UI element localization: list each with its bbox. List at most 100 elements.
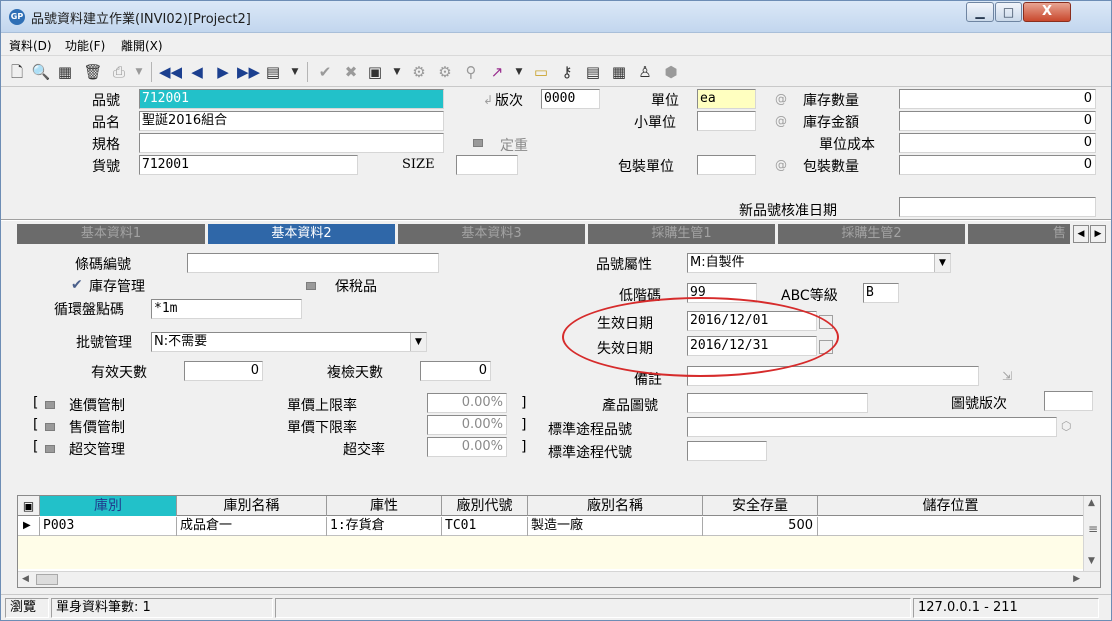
first-record-icon[interactable]: ◀◀ (159, 62, 182, 82)
unit-picker-icon[interactable]: @ (775, 92, 787, 106)
confirm-icon[interactable]: ✔ (315, 62, 335, 82)
wand-dropdown-icon[interactable]: ▼ (509, 62, 529, 82)
col-warehouse-name[interactable]: 庫別名稱 (177, 496, 327, 516)
expiry-date-field[interactable]: 2016/12/31 (687, 336, 817, 356)
remark-field[interactable] (687, 366, 979, 386)
unlink-icon[interactable]: ⚙ (435, 62, 455, 82)
scroll-thumb[interactable]: ≡ (1088, 522, 1098, 536)
hscroll-thumb[interactable] (36, 574, 58, 585)
link-icon[interactable]: ⚙ (409, 62, 429, 82)
price-upper-field[interactable]: 0.00% (427, 393, 507, 413)
sale-ctrl-checkbox[interactable] (45, 423, 55, 431)
tab-sales[interactable]: 售 (968, 224, 1073, 244)
spreadsheet-dropdown-icon[interactable]: ▼ (387, 62, 407, 82)
scroll-right-icon[interactable]: ▶ (1073, 574, 1080, 584)
cell-type[interactable]: 1:存貨倉 (327, 517, 442, 536)
cell-warehouse-name[interactable]: 成品倉一 (177, 517, 327, 536)
price-lower-field[interactable]: 0.00% (427, 415, 507, 435)
expiry-date-picker-icon[interactable] (819, 340, 833, 354)
preview-icon[interactable]: 🔍 (31, 62, 51, 82)
goods-no-field[interactable]: 712001 (139, 155, 358, 175)
print-icon[interactable]: ⎙ (109, 62, 129, 82)
col-safety-stock[interactable]: 安全存量 (703, 496, 818, 516)
cycle-count-field[interactable]: *1m (151, 299, 302, 319)
scroll-up-icon[interactable]: ▲ (1088, 498, 1095, 508)
tab-basic-2[interactable]: 基本資料2 (208, 224, 398, 244)
pack-unit-picker-icon[interactable]: @ (775, 158, 787, 172)
approve-date-field[interactable] (899, 197, 1096, 217)
col-location[interactable]: 儲存位置 (818, 496, 1084, 516)
attribute-dropdown[interactable]: M:自製件 ▼ (687, 253, 951, 273)
tab-purchase-1[interactable]: 採購生管1 (588, 224, 778, 244)
spreadsheet-icon[interactable]: ▣ (365, 62, 385, 82)
close-button[interactable]: X (1023, 2, 1071, 22)
drawing-ver-field[interactable] (1044, 391, 1093, 411)
previous-record-icon[interactable]: ◀ (187, 62, 207, 82)
minimize-button[interactable]: ▁ (966, 2, 994, 22)
small-unit-field[interactable] (697, 111, 756, 131)
route-code-field[interactable] (687, 441, 767, 461)
recheck-days-field[interactable]: 0 (420, 361, 491, 381)
chart-icon[interactable]: ▦ (609, 62, 629, 82)
scroll-down-icon[interactable]: ▼ (1088, 556, 1095, 566)
last-record-icon[interactable]: ▶▶ (237, 62, 260, 82)
unit-field[interactable]: ea (697, 89, 756, 109)
scroll-left-icon[interactable]: ◀ (22, 574, 29, 584)
effective-date-picker-icon[interactable] (819, 315, 833, 329)
abc-field[interactable]: B (863, 283, 899, 303)
query-icon[interactable]: ▦ (55, 62, 75, 82)
lot-mgmt-dropdown[interactable]: N:不需要 ▼ (151, 332, 427, 352)
purchase-ctrl-checkbox[interactable] (45, 401, 55, 409)
drawing-no-field[interactable] (687, 393, 868, 413)
pack-unit-field[interactable] (697, 155, 756, 175)
low-level-field[interactable]: 99 (687, 283, 757, 303)
new-document-icon[interactable]: 🗋 (7, 62, 27, 82)
item-no-field[interactable]: 712001 (139, 89, 444, 109)
route-item-field[interactable] (687, 417, 1057, 437)
magic-wand-icon[interactable]: ↗ (487, 62, 507, 82)
cell-warehouse[interactable]: P003 (40, 517, 177, 536)
cell-location[interactable] (818, 517, 1084, 536)
small-unit-picker-icon[interactable]: @ (775, 114, 787, 128)
spec-field[interactable] (139, 133, 444, 153)
col-type[interactable]: 庫性 (327, 496, 442, 516)
bonded-checkbox[interactable] (306, 282, 316, 290)
users-icon[interactable]: ♙ (635, 62, 655, 82)
col-factory-code[interactable]: 廠別代號 (442, 496, 528, 516)
over-ctrl-checkbox[interactable] (45, 445, 55, 453)
table-row[interactable]: ▶ P003 成品倉一 1:存貨倉 TC01 製造一廠 500 (18, 517, 1084, 536)
chevron-down-icon[interactable]: ▼ (934, 254, 950, 272)
col-factory-name[interactable]: 廠別名稱 (528, 496, 703, 516)
filter-icon[interactable]: ⚲ (461, 62, 481, 82)
over-rate-field[interactable]: 0.00% (427, 437, 507, 457)
menu-data[interactable]: 資料(D) (9, 37, 52, 54)
cell-safety-stock[interactable]: 500 (703, 517, 818, 536)
tab-basic-3[interactable]: 基本資料3 (398, 224, 588, 244)
folder-icon[interactable]: ▭ (531, 62, 551, 82)
tab-scroll-right-icon[interactable]: ▶ (1090, 225, 1106, 243)
key-icon[interactable]: ⚷ (557, 62, 577, 82)
report-icon[interactable]: ▤ (583, 62, 603, 82)
cell-factory-code[interactable]: TC01 (442, 517, 528, 536)
vertical-scrollbar[interactable]: ▲ ≡ ▼ (1083, 496, 1100, 572)
tab-scroll-left-icon[interactable]: ◀ (1073, 225, 1089, 243)
stop-icon[interactable]: ⬢ (661, 62, 681, 82)
tab-purchase-2[interactable]: 採購生管2 (778, 224, 968, 244)
grid-corner-icon[interactable]: ▣ (18, 496, 40, 516)
col-warehouse[interactable]: 庫別 (40, 496, 177, 516)
next-record-icon[interactable]: ▶ (213, 62, 233, 82)
menu-function[interactable]: 功能(F) (65, 37, 105, 54)
cell-factory-name[interactable]: 製造一廠 (528, 517, 703, 536)
inventory-mgmt-checkbox[interactable]: ✔ (71, 277, 83, 293)
effective-date-field[interactable]: 2016/12/01 (687, 311, 817, 331)
horizontal-scrollbar[interactable]: ◀ ▶ (18, 571, 1100, 587)
view-dropdown-icon[interactable]: ▼ (285, 62, 305, 82)
print-dropdown-icon[interactable]: ▼ (129, 62, 149, 82)
barcode-field[interactable] (187, 253, 439, 273)
cancel-icon[interactable]: ✖ (341, 62, 361, 82)
maximize-button[interactable]: □ (995, 2, 1022, 22)
tab-basic-1[interactable]: 基本資料1 (17, 224, 208, 244)
chevron-down-icon[interactable]: ▼ (410, 333, 426, 351)
delete-icon[interactable]: 🗑 (83, 62, 103, 82)
size-field[interactable] (456, 155, 518, 175)
